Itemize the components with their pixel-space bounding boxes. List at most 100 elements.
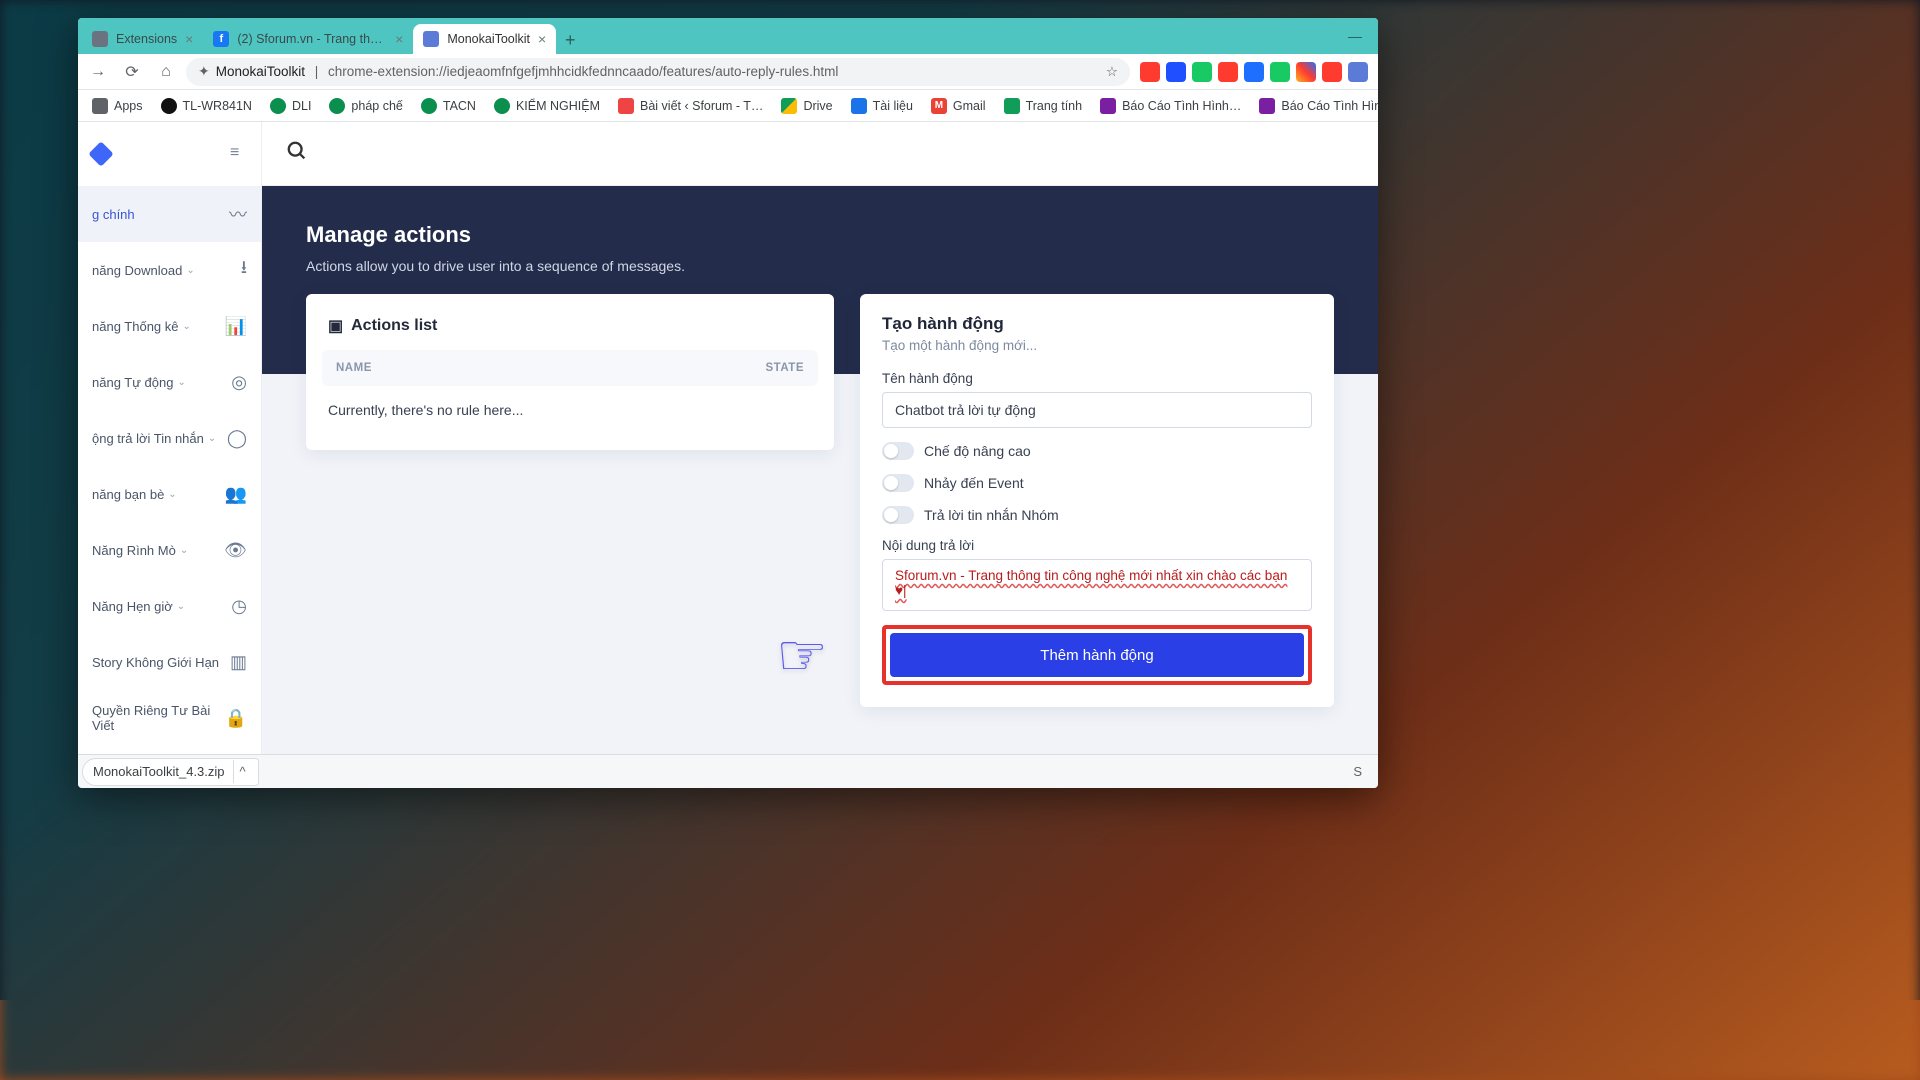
show-all-downloads[interactable]: S <box>1341 764 1374 779</box>
sidebar-item-stalk[interactable]: Năng Rình Mò⌄ 👁 <box>78 522 261 578</box>
download-filename: MonokaiToolkit_4.3.zip <box>93 764 225 779</box>
toggle-jump-event[interactable] <box>882 474 914 492</box>
sidebar-item-privacy[interactable]: Quyền Riêng Tư Bài Viết 🔒 <box>78 690 261 746</box>
window-controls: — <box>1332 18 1378 54</box>
page-subtitle: Actions allow you to drive user into a s… <box>306 258 1334 274</box>
lock-icon: 🔒 <box>225 708 247 729</box>
page-content: ≡ g chính 〰 năng Download⌄ ⭳ năng Thống … <box>78 122 1378 754</box>
home-button[interactable]: ⌂ <box>152 58 180 86</box>
toggle-label: Trả lời tin nhắn Nhóm <box>924 507 1059 523</box>
tab-title: (2) Sforum.vn - Trang thông tin c <box>237 32 387 46</box>
browser-window: Extensions × f (2) Sforum.vn - Trang thô… <box>78 18 1378 788</box>
sidebar: ≡ g chính 〰 năng Download⌄ ⭳ năng Thống … <box>78 122 262 754</box>
bookmark-item[interactable]: DLI <box>262 93 319 119</box>
sidebar-item-friends[interactable]: năng bạn bè⌄ 👥 <box>78 466 261 522</box>
chart-icon: 📊 <box>225 316 247 337</box>
tab-strip: Extensions × f (2) Sforum.vn - Trang thô… <box>78 18 1378 54</box>
address-host: MonokaiToolkit <box>216 64 305 79</box>
create-action-card: Tạo hành động Tạo một hành động mới... T… <box>860 294 1334 707</box>
toggle-advanced[interactable] <box>882 442 914 460</box>
sidebar-item-download[interactable]: năng Download⌄ ⭳ <box>78 242 261 298</box>
main-area: Manage actions Actions allow you to driv… <box>262 122 1378 754</box>
address-bar[interactable]: ✦ MonokaiToolkit | chrome-extension://ie… <box>186 58 1130 86</box>
minimize-icon[interactable]: — <box>1332 18 1378 54</box>
reload-button[interactable]: ⟳ <box>118 58 146 86</box>
bookmark-item[interactable]: Trang tính <box>996 93 1091 119</box>
ext-icon[interactable] <box>1192 62 1212 82</box>
search-icon[interactable] <box>286 140 308 168</box>
bookmark-item[interactable]: pháp chế <box>321 93 410 119</box>
bookmark-apps[interactable]: Apps <box>84 93 151 119</box>
sidebar-item-home[interactable]: g chính 〰 <box>78 186 261 242</box>
clock-icon: ◷ <box>231 596 247 617</box>
table-header: NAME STATE <box>322 350 818 386</box>
field-label-body: Nội dung trả lời <box>882 538 1312 553</box>
forward-button[interactable]: → <box>84 58 112 86</box>
bookmark-item[interactable]: Báo Cáo Tình Hình… <box>1092 93 1249 119</box>
sidebar-item-stats[interactable]: năng Thống kê⌄ 📊 <box>78 298 261 354</box>
eye-icon: 👁 <box>224 540 247 561</box>
card-title: Actions list <box>351 317 437 335</box>
bookmark-item[interactable]: MGmail <box>923 93 994 119</box>
pointing-hand-icon: ☞ <box>776 621 828 689</box>
bookmark-item[interactable]: KIỂM NGHIỆM <box>486 93 608 119</box>
close-icon[interactable]: × <box>538 31 546 47</box>
content: ▣Actions list NAME STATE Currently, ther… <box>262 374 1378 754</box>
sidebar-item-timer[interactable]: Năng Hẹn giờ⌄ ◷ <box>78 578 261 634</box>
bookmark-item[interactable]: TL-WR841N <box>153 93 260 119</box>
highlighted-frame: Thêm hành động <box>882 625 1312 685</box>
ext-icon[interactable] <box>1270 62 1290 82</box>
bookmark-item[interactable]: TACN <box>413 93 484 119</box>
download-icon: ⭳ <box>241 255 247 285</box>
ext-icon[interactable] <box>1244 62 1264 82</box>
add-action-button[interactable]: Thêm hành động <box>890 633 1304 677</box>
bookmark-item[interactable]: Báo Cáo Tình Hình… <box>1251 93 1378 119</box>
top-bar <box>262 122 1378 186</box>
bookmark-item[interactable]: Bài viết ‹ Sforum - T… <box>610 93 771 119</box>
ext-icon[interactable] <box>1322 62 1342 82</box>
tab-extensions[interactable]: Extensions × <box>82 24 203 54</box>
extension-icon: ✦ <box>198 63 210 80</box>
ext-icon[interactable] <box>1166 62 1186 82</box>
ext-icon[interactable] <box>1140 62 1160 82</box>
extension-icons <box>1136 62 1372 82</box>
bookmarks-bar: Apps TL-WR841N DLI pháp chế TACN KIỂM NG… <box>78 90 1378 122</box>
users-icon: 👥 <box>225 484 247 505</box>
tab-title: Extensions <box>116 32 177 46</box>
downloads-shelf: MonokaiToolkit_4.3.zip ^ S <box>78 754 1378 788</box>
toggle-label: Nhảy đến Event <box>924 475 1024 491</box>
activity-icon: 〰 <box>229 201 247 227</box>
tab-sforum[interactable]: f (2) Sforum.vn - Trang thông tin c × <box>203 24 413 54</box>
toggle-label: Chế độ nâng cao <box>924 443 1031 459</box>
col-state: STATE <box>766 362 805 374</box>
menu-toggle-icon[interactable]: ≡ <box>230 144 239 162</box>
field-label-name: Tên hành động <box>882 371 1312 386</box>
col-name: NAME <box>336 362 766 374</box>
reply-body-input[interactable]: Sforum.vn - Trang thông tin công nghệ mớ… <box>882 559 1312 611</box>
sidebar-item-autoreply[interactable]: ộng trả lời Tin nhắn⌄ ◯ <box>78 410 261 466</box>
address-bar-row: → ⟳ ⌂ ✦ MonokaiToolkit | chrome-extensio… <box>78 54 1378 90</box>
close-icon[interactable]: × <box>185 31 193 47</box>
new-tab-button[interactable]: + <box>556 26 584 54</box>
ext-icon[interactable] <box>1348 62 1368 82</box>
tab-title: MonokaiToolkit <box>447 32 530 46</box>
close-icon[interactable]: × <box>395 31 403 47</box>
bookmark-item[interactable]: Tài liệu <box>843 93 921 119</box>
bookmark-item[interactable]: Drive <box>773 93 840 119</box>
form-subtitle: Tạo một hành động mới... <box>882 338 1312 353</box>
sidebar-item-auto[interactable]: năng Tự động⌄ ◎ <box>78 354 261 410</box>
address-path: chrome-extension://iedjeaomfnfgefjmhhcid… <box>328 64 838 79</box>
download-item[interactable]: MonokaiToolkit_4.3.zip ^ <box>82 758 259 786</box>
chevron-up-icon[interactable]: ^ <box>233 760 252 783</box>
action-name-input[interactable] <box>882 392 1312 428</box>
ext-icon[interactable] <box>1218 62 1238 82</box>
sidebar-item-story[interactable]: Story Không Giới Hạn ▥ <box>78 634 261 690</box>
chat-icon: ◯ <box>227 428 247 449</box>
page-title: Manage actions <box>306 222 1334 248</box>
form-title: Tạo hành động <box>882 314 1312 334</box>
toggle-group-reply[interactable] <box>882 506 914 524</box>
ext-icon[interactable] <box>1296 62 1316 82</box>
empty-state: Currently, there's no rule here... <box>322 386 818 422</box>
bookmark-star-icon[interactable]: ☆ <box>1106 64 1118 80</box>
tab-monokai[interactable]: MonokaiToolkit × <box>413 24 556 54</box>
